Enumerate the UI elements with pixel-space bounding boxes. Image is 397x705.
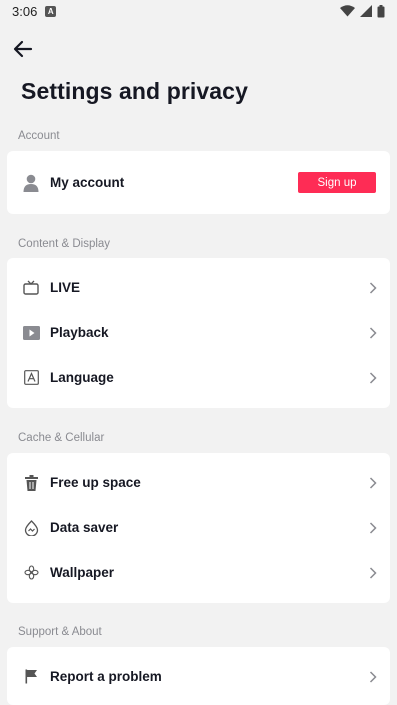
settings-item-data-saver[interactable]: Data saver — [7, 505, 390, 550]
settings-item-label: Free up space — [50, 475, 141, 490]
arrow-left-icon — [13, 40, 33, 58]
section-label-cache-cellular: Cache & Cellular — [18, 432, 105, 444]
settings-item-label: LIVE — [50, 280, 81, 295]
chevron-right-icon — [368, 281, 378, 295]
section-label-content-display: Content & Display — [18, 238, 111, 250]
signal-icon — [360, 5, 372, 17]
drop-icon — [22, 519, 40, 537]
chevron-right-icon — [368, 476, 378, 490]
chevron-right-icon — [368, 326, 378, 340]
settings-item-report-a-problem[interactable]: Report a problem — [7, 654, 390, 699]
settings-item-playback[interactable]: Playback — [7, 310, 390, 355]
my-account-label: My account — [50, 175, 125, 190]
trash-icon — [22, 474, 40, 492]
language-icon — [22, 369, 40, 387]
section-label-support-about: Support & About — [18, 626, 102, 638]
status-icons — [340, 4, 385, 18]
chevron-right-icon — [368, 670, 378, 684]
chevron-right-icon — [368, 521, 378, 535]
status-bar: 3:06 A — [0, 0, 397, 22]
settings-item-language[interactable]: Language — [7, 355, 390, 400]
flower-icon — [22, 564, 40, 582]
cache-cellular-card: Free up space Data saver Wallpaper — [7, 453, 390, 603]
sign-up-button[interactable]: Sign up — [298, 172, 376, 193]
flag-icon — [22, 668, 40, 686]
section-label-account: Account — [18, 130, 60, 142]
tv-icon — [22, 279, 40, 297]
settings-item-wallpaper[interactable]: Wallpaper — [7, 550, 390, 595]
chevron-right-icon — [368, 566, 378, 580]
back-button[interactable] — [10, 36, 36, 62]
settings-item-live[interactable]: LIVE — [7, 265, 390, 310]
status-time: 3:06 — [12, 3, 38, 19]
wifi-icon — [340, 5, 355, 17]
settings-item-label: Language — [50, 370, 114, 385]
account-card: My account Sign up — [7, 151, 390, 214]
person-icon — [22, 174, 40, 192]
notification-icon: A — [45, 5, 57, 17]
content-display-card: LIVE Playback Language — [7, 258, 390, 408]
settings-item-label: Wallpaper — [50, 565, 115, 580]
play-icon — [22, 324, 40, 342]
settings-item-label: Playback — [50, 325, 109, 340]
page-title: Settings and privacy — [21, 78, 248, 104]
battery-icon — [377, 4, 385, 17]
settings-item-free-up-space[interactable]: Free up space — [7, 460, 390, 505]
chevron-right-icon — [368, 371, 378, 385]
settings-item-label: Data saver — [50, 520, 119, 535]
settings-item-label: Report a problem — [50, 669, 162, 684]
support-about-card: Report a problem — [7, 647, 390, 705]
